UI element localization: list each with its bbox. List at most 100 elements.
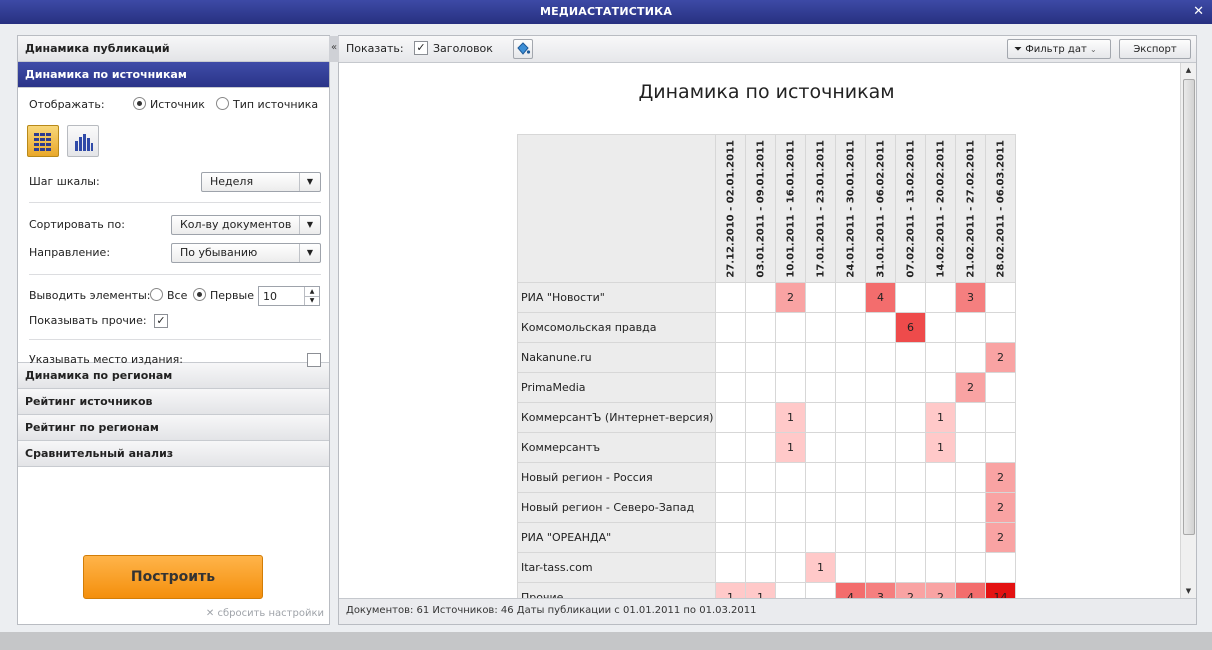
value-cell — [715, 522, 746, 553]
collapse-panel-icon[interactable]: « — [329, 36, 339, 62]
header-checkbox[interactable]: ✓ — [414, 41, 428, 55]
window-titlebar: МЕДИАСТАТИСТИКА ✕ — [0, 0, 1212, 24]
elements-count-stepper[interactable]: 10 ▲ ▼ — [258, 286, 320, 306]
value-cell — [985, 432, 1016, 463]
scroll-up-icon[interactable]: ▲ — [1181, 63, 1196, 77]
value-cell — [745, 372, 776, 403]
section-source-rating[interactable]: Рейтинг источников — [18, 389, 329, 415]
value-cell — [805, 402, 836, 433]
value-cell — [985, 552, 1016, 583]
stepper-down-icon[interactable]: ▼ — [304, 296, 319, 305]
value-cell — [775, 522, 806, 553]
table-view-button[interactable] — [27, 125, 59, 157]
value-cell — [955, 552, 986, 583]
build-button[interactable]: Построить — [83, 555, 263, 599]
source-name: PrimaMedia — [517, 372, 716, 403]
display-type-option[interactable]: Тип источника — [216, 95, 318, 115]
value-cell — [925, 492, 956, 523]
display-source-label: Источник — [150, 98, 205, 111]
value-cell — [865, 312, 896, 343]
value-cell — [925, 372, 956, 403]
source-name: РИА "Новости" — [517, 282, 716, 313]
elements-all-option[interactable]: Все — [150, 286, 187, 306]
value-cell — [835, 402, 866, 433]
value-cell — [895, 372, 926, 403]
value-cell — [835, 432, 866, 463]
display-source-option[interactable]: Источник — [133, 95, 205, 115]
divider — [29, 202, 321, 203]
value-cell: 6 — [895, 312, 926, 343]
value-cell — [805, 522, 836, 553]
value-cell — [805, 372, 836, 403]
value-cell — [805, 492, 836, 523]
table-row: PrimaMedia 2 — [517, 372, 1016, 403]
section-region-rating[interactable]: Рейтинг по регионам — [18, 415, 329, 441]
column-header: 28.02.2011 - 06.03.2011 — [985, 134, 1016, 283]
section-source-dynamics[interactable]: Динамика по источникам — [18, 62, 329, 88]
column-header-label: 17.01.2011 - 23.01.2011 — [815, 140, 826, 278]
value-cell: 2 — [775, 282, 806, 313]
show-place-checkbox[interactable] — [307, 353, 321, 367]
elements-first-option[interactable]: Первые — [193, 286, 254, 306]
value-cell — [745, 282, 776, 313]
table-row: РИА "Новости" 2 4 3 — [517, 282, 1016, 313]
value-cell — [805, 582, 836, 598]
value-cell — [715, 492, 746, 523]
value-cell — [955, 342, 986, 373]
scroll-down-icon[interactable]: ▼ — [1181, 584, 1196, 598]
value-cell: 1 — [715, 582, 746, 598]
value-cell: 3 — [955, 282, 986, 313]
value-cell: 1 — [805, 552, 836, 583]
reset-settings-link[interactable]: ✕ сбросить настройки — [206, 608, 324, 619]
radio-first[interactable] — [193, 288, 206, 301]
value-cell — [865, 342, 896, 373]
value-cell — [715, 282, 746, 313]
value-cell — [745, 402, 776, 433]
sort-label: Сортировать по: — [29, 218, 125, 231]
paint-bucket-button[interactable] — [513, 39, 533, 59]
radio-all[interactable] — [150, 288, 163, 301]
elements-all-label: Все — [167, 289, 188, 302]
scale-select[interactable]: Неделя ▼ — [201, 172, 321, 192]
source-name: КоммерсантЪ (Интернет-версия) — [517, 402, 716, 433]
value-cell — [745, 552, 776, 583]
chart-view-button[interactable] — [67, 125, 99, 157]
column-header-label: 14.02.2011 - 20.02.2011 — [935, 140, 946, 278]
section-publication-dynamics[interactable]: Динамика публикаций — [18, 36, 329, 62]
column-header-label: 07.02.2011 - 13.02.2011 — [905, 140, 916, 278]
value-cell — [775, 372, 806, 403]
source-name: Прочие — [517, 582, 716, 598]
sort-select[interactable]: Кол-ву документов ▼ — [171, 215, 321, 235]
date-filter-button[interactable]: ⏷ Фильтр дат ⌄ — [1007, 39, 1111, 59]
value-cell: 2 — [925, 582, 956, 598]
column-header: 31.01.2011 - 06.02.2011 — [865, 134, 896, 283]
column-header-label: 10.01.2011 - 16.01.2011 — [785, 140, 796, 278]
source-name: Коммерсантъ — [517, 432, 716, 463]
radio-source-type[interactable] — [216, 97, 229, 110]
scrollbar-thumb[interactable] — [1183, 79, 1195, 535]
value-cell — [895, 342, 926, 373]
close-icon[interactable]: ✕ — [1193, 4, 1204, 19]
settings-panel: Динамика публикаций Динамика по источник… — [17, 35, 330, 625]
direction-select[interactable]: По убыванию ▼ — [171, 243, 321, 263]
value-cell — [895, 522, 926, 553]
value-cell — [805, 462, 836, 493]
show-other-row: Показывать прочие: ✓ — [29, 311, 321, 331]
radio-source[interactable] — [133, 97, 146, 110]
value-cell — [925, 282, 956, 313]
column-header: 03.01.2011 - 09.01.2011 — [745, 134, 776, 283]
value-cell — [835, 282, 866, 313]
scale-row: Шаг шкалы: Неделя ▼ — [29, 172, 321, 192]
value-cell — [865, 522, 896, 553]
section-comparative-analysis[interactable]: Сравнительный анализ — [18, 441, 329, 467]
value-cell: 14 — [985, 582, 1016, 598]
export-button[interactable]: Экспорт — [1119, 39, 1191, 59]
vertical-scrollbar[interactable]: ▲ ▼ — [1180, 63, 1196, 598]
value-cell — [985, 372, 1016, 403]
table-grid-icon — [34, 133, 51, 151]
show-other-checkbox[interactable]: ✓ — [154, 314, 168, 328]
value-cell — [985, 402, 1016, 433]
show-other-label: Показывать прочие: — [29, 314, 147, 327]
window-bottom-bar — [0, 632, 1212, 650]
report-panel: « Показать: ✓ Заголовок ⏷ Фильтр дат ⌄ Э… — [329, 35, 1197, 625]
